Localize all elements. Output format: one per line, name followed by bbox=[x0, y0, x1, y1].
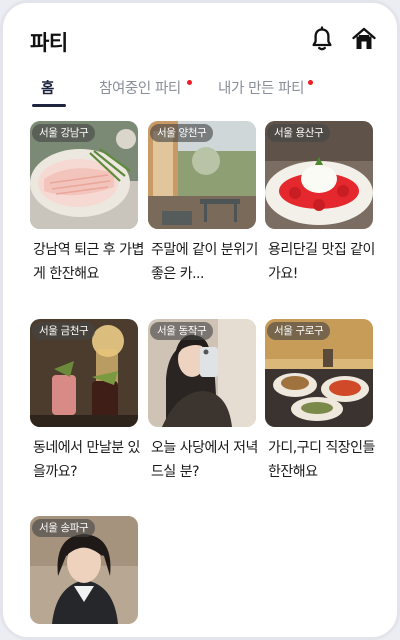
phone-frame: 파티 홈 참여중인 파티 내가 만든 파티 서울 강남구 강남역 퇴근 후 가볍… bbox=[0, 0, 400, 640]
party-title: 강남역 퇴근 후 가볍게 한잔해요 bbox=[33, 242, 144, 282]
location-badge: 서울 동작구 bbox=[150, 322, 214, 340]
location-badge: 서울 송파구 bbox=[32, 519, 96, 537]
party-title: 동네에서 만날분 있을까요? bbox=[33, 440, 140, 480]
location-badge: 서울 금천구 bbox=[32, 322, 96, 340]
location-badge: 서울 용산구 bbox=[267, 124, 331, 142]
party-grid: 서울 강남구 강남역 퇴근 후 가볍게 한잔해요 서울 양천구 주말에 같이 분… bbox=[3, 3, 397, 637]
party-title: 가디,구디 직장인들 한잔해요 bbox=[268, 440, 375, 480]
location-badge: 서울 양천구 bbox=[150, 124, 214, 142]
location-badge: 서울 강남구 bbox=[32, 124, 96, 142]
location-badge: 서울 구로구 bbox=[267, 322, 331, 340]
party-title: 오늘 사당에서 저녁 드실 분? bbox=[151, 440, 258, 480]
party-title: 용리단길 맛집 같이가요! bbox=[268, 242, 375, 282]
party-title: 주말에 같이 분위기 좋은 카... bbox=[151, 242, 258, 282]
